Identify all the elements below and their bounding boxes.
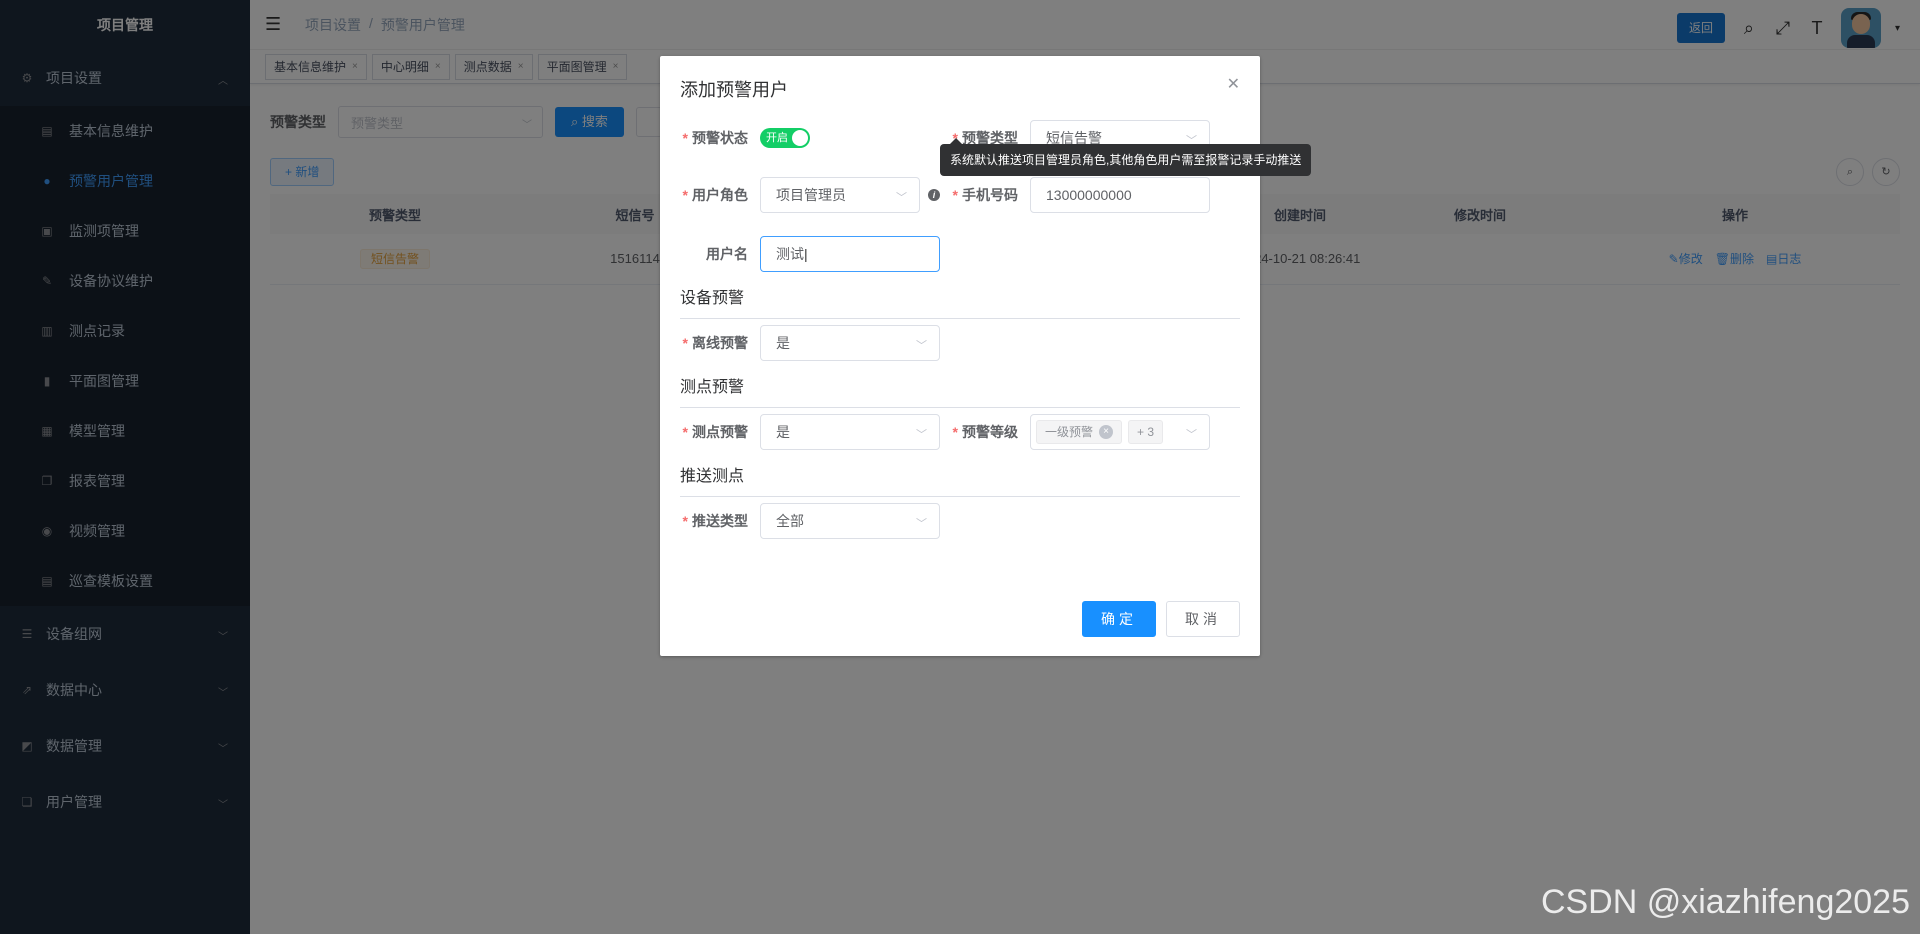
point-row: * 测点预警 是 ﹀	[670, 414, 940, 450]
select-value: 是	[776, 424, 790, 440]
role-tooltip: 系统默认推送项目管理员角色,其他角色用户需至报警记录手动推送	[940, 138, 1312, 176]
chevron-down-icon: ﹀	[916, 340, 927, 352]
chevron-down-icon: ﹀	[916, 518, 927, 530]
select-value: 项目管理员	[776, 187, 846, 203]
offline-label: * 离线预警	[682, 335, 748, 351]
username-input[interactable]: 测试 |	[760, 236, 940, 272]
cancel-button[interactable]: 取消	[1166, 601, 1240, 637]
info-icon[interactable]: i	[928, 189, 940, 201]
push-label: * 推送类型	[682, 513, 748, 529]
section-push-points: 推送测点	[680, 462, 1240, 497]
select-value: 全部	[776, 513, 804, 529]
close-icon[interactable]: ×	[1099, 425, 1114, 439]
status-row: * 预警状态 开启	[670, 128, 810, 148]
chevron-down-icon: ﹀	[896, 192, 907, 204]
close-icon[interactable]: ✕	[1227, 74, 1240, 94]
push-row: * 推送类型 全部 ﹀	[670, 503, 940, 539]
offline-warning-select[interactable]: 是 ﹀	[760, 325, 940, 361]
role-row: * 用户角色 项目管理员 ﹀ i	[670, 177, 940, 213]
chevron-down-icon: ﹀	[916, 429, 927, 441]
select-value: 是	[776, 335, 790, 351]
input-value: 测试	[776, 246, 804, 262]
level-row: * 预警等级 一级预警 × + 3 ﹀	[940, 414, 1210, 450]
input-value: 13000000000	[1046, 187, 1132, 203]
warning-level-multiselect[interactable]: 一级预警 × + 3 ﹀	[1030, 414, 1210, 450]
phone-row: * 手机号码 13000000000	[940, 177, 1210, 213]
phone-label: * 手机号码	[952, 187, 1018, 203]
phone-input[interactable]: 13000000000	[1030, 177, 1210, 213]
name-row: 用户名 测试 |	[670, 236, 940, 272]
role-label: * 用户角色	[682, 187, 748, 203]
watermark: CSDN @xiazhifeng2025	[1540, 883, 1910, 921]
level-more-chip: + 3	[1128, 420, 1164, 444]
status-switch[interactable]: 开启	[760, 128, 810, 148]
confirm-button[interactable]: 确定	[1082, 601, 1156, 637]
chip-label: 一级预警	[1045, 425, 1094, 439]
push-type-select[interactable]: 全部 ﹀	[760, 503, 940, 539]
section-point-warning: 测点预警	[680, 373, 1240, 408]
tooltip-text: 系统默认推送项目管理员角色,其他角色用户需至报警记录手动推送	[950, 153, 1302, 167]
user-role-select[interactable]: 项目管理员 ﹀	[760, 177, 920, 213]
dialog-title: 添加预警用户	[680, 80, 788, 100]
tooltip-arrow	[950, 138, 962, 144]
status-label: * 预警状态	[682, 130, 748, 146]
level-label: * 预警等级	[952, 424, 1018, 440]
name-label: 用户名	[706, 246, 748, 262]
point-warning-select[interactable]: 是 ﹀	[760, 414, 940, 450]
point-label: * 测点预警	[682, 424, 748, 440]
offline-row: * 离线预警 是 ﹀	[670, 325, 940, 361]
chevron-down-icon: ﹀	[1186, 429, 1197, 441]
switch-label: 开启	[766, 132, 788, 144]
section-device-warning: 设备预警	[680, 284, 1240, 319]
level-chip: 一级预警 ×	[1036, 420, 1123, 444]
